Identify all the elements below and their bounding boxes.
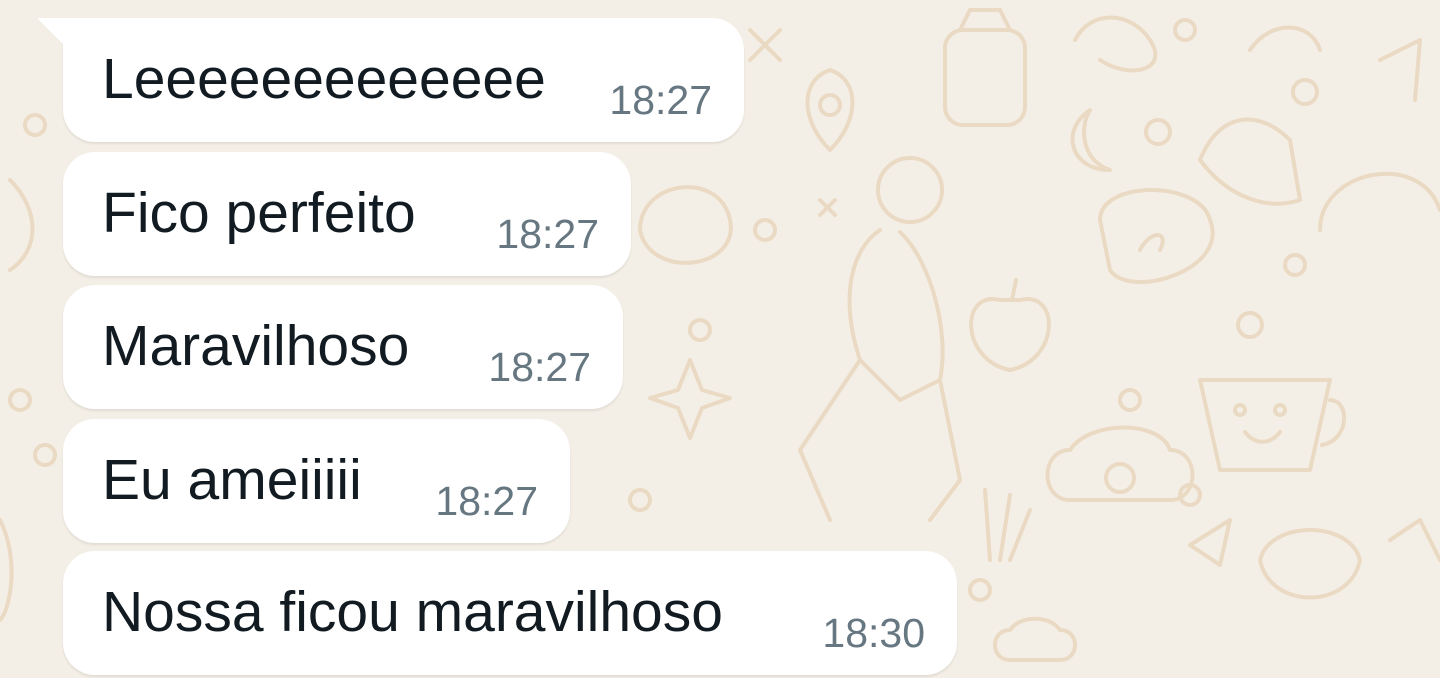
message-text: Fico perfeito: [102, 181, 416, 245]
message-timestamp: 18:27: [435, 478, 538, 524]
message-timestamp: 18:27: [609, 77, 712, 123]
message-bubble[interactable]: Maravilhoso 18:27: [63, 285, 623, 409]
message-text: Nossa ficou maravilhoso: [102, 580, 723, 644]
message-timestamp: 18:30: [822, 610, 925, 656]
message-text: Maravilhoso: [102, 314, 410, 378]
chat-message-list: Leeeeeeeeeeeee 18:27 Fico perfeito 18:27…: [0, 0, 1440, 678]
message-text: Eu ameiiiii: [102, 448, 362, 512]
message-timestamp: 18:27: [496, 211, 599, 257]
message-bubble[interactable]: Fico perfeito 18:27: [63, 152, 631, 276]
message-timestamp: 18:27: [488, 344, 591, 390]
message-bubble[interactable]: Eu ameiiiii 18:27: [63, 419, 570, 543]
bubble-tail: [37, 18, 63, 44]
message-bubble[interactable]: Leeeeeeeeeeeee 18:27: [37, 18, 744, 142]
message-text: Leeeeeeeeeeeee: [102, 47, 546, 111]
message-bubble[interactable]: Nossa ficou maravilhoso 18:30: [63, 551, 957, 675]
